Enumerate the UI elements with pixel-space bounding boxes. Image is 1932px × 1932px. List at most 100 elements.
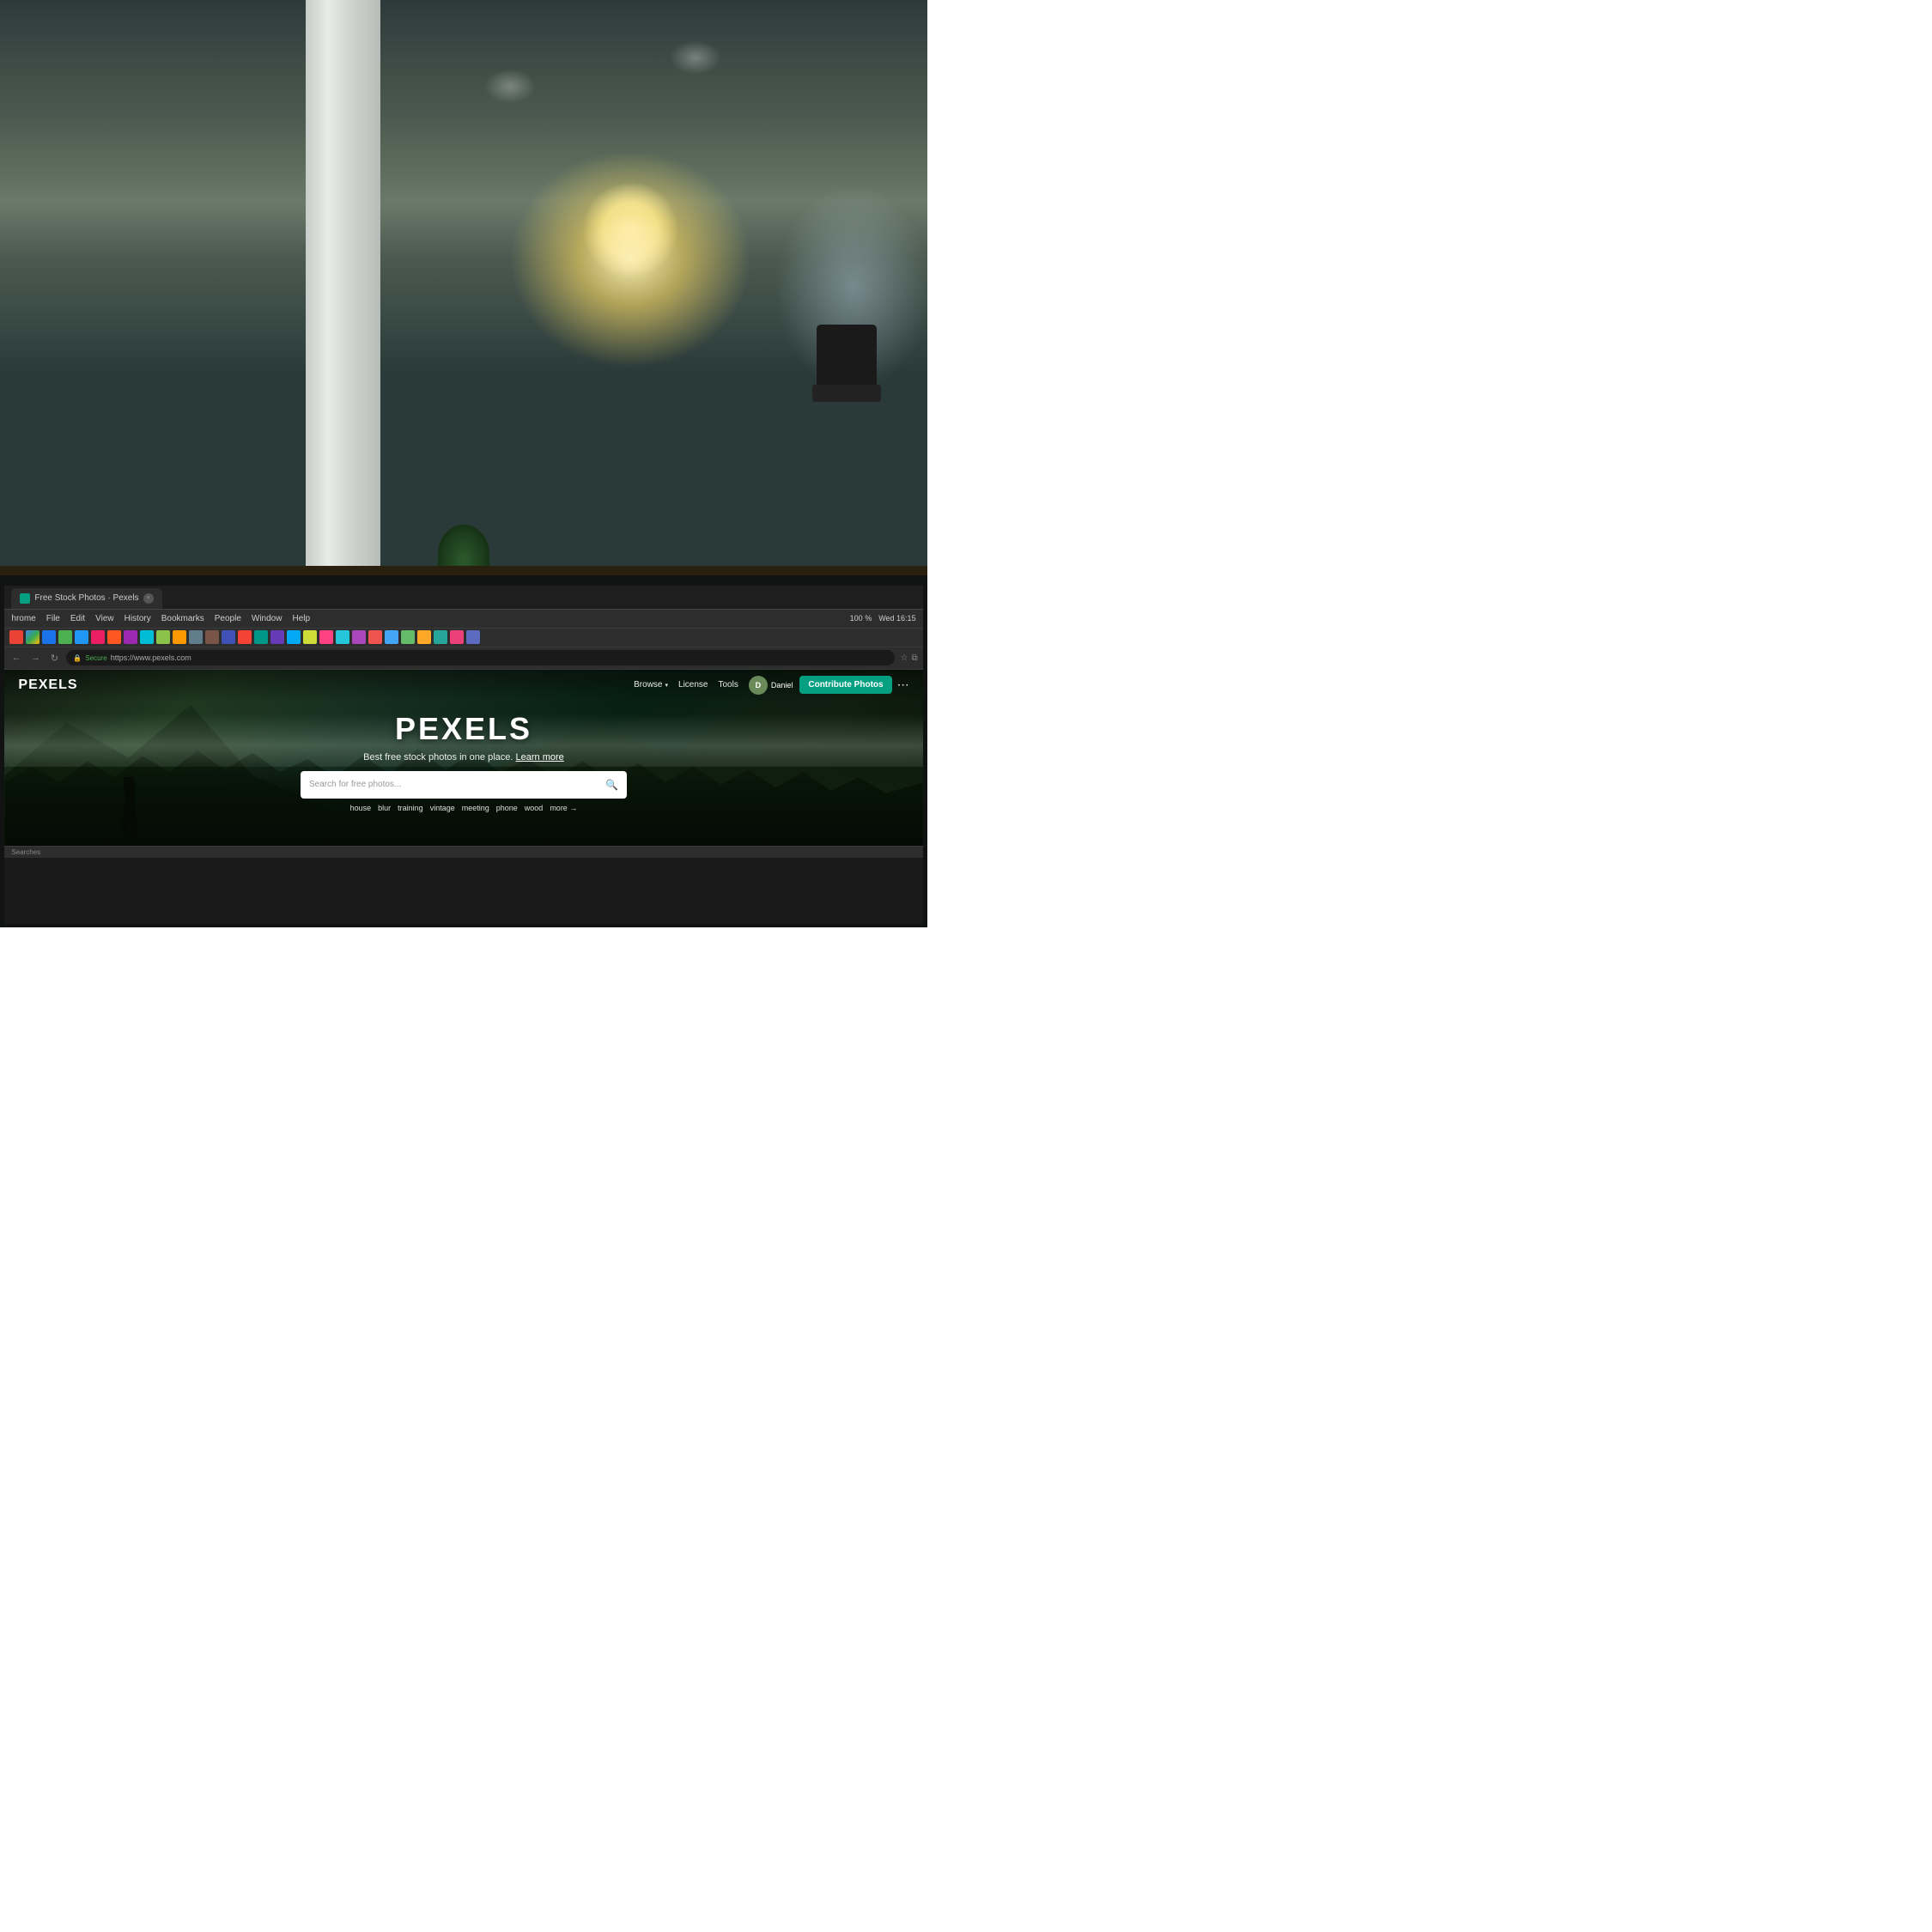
refresh-button[interactable]: ↻ <box>47 651 61 665</box>
toolbar-icon-21[interactable] <box>385 630 398 644</box>
battery-indicator: 100 % <box>850 614 872 623</box>
browser-window: Free Stock Photos · Pexels × hrome File … <box>4 586 922 670</box>
secure-icon: 🔒 <box>73 654 82 662</box>
secure-text: Secure <box>85 654 106 662</box>
learn-more-link[interactable]: Learn more <box>516 752 564 762</box>
bookmarks-toolbar <box>4 629 922 647</box>
address-bar: ← → ↻ 🔒 Secure https://www.pexels.com ☆ … <box>4 647 922 670</box>
status-text: Searches <box>11 848 40 856</box>
toolbar-icon-5[interactable] <box>124 630 137 644</box>
pexels-logo: PEXELS <box>18 677 77 693</box>
toolbar-icon-2[interactable] <box>75 630 88 644</box>
tab-close-button[interactable]: × <box>143 593 154 604</box>
site-tagline: Best free stock photos in one place. Lea… <box>363 752 564 762</box>
menu-view[interactable]: View <box>95 614 114 623</box>
office-chair <box>812 325 881 410</box>
menu-file[interactable]: File <box>46 614 60 623</box>
toolbar-icon-8[interactable] <box>173 630 186 644</box>
toolbar-icon-17[interactable] <box>319 630 333 644</box>
toolbar-icon-23[interactable] <box>417 630 431 644</box>
tag-meeting[interactable]: meeting <box>462 804 489 812</box>
search-placeholder: Search for free photos... <box>309 780 600 789</box>
menu-help[interactable]: Help <box>292 614 310 623</box>
office-photo <box>0 0 927 575</box>
pexels-website: PEXELS Browse ▾ License Tools D Daniel C… <box>4 670 922 846</box>
browse-chevron: ▾ <box>665 682 669 689</box>
more-tags-link[interactable]: more → <box>550 804 577 812</box>
toolbar-icon-18[interactable] <box>336 630 349 644</box>
toolbar-icon-20[interactable] <box>368 630 382 644</box>
browse-label: Browse <box>634 680 662 690</box>
monitor-screen: Free Stock Photos · Pexels × hrome File … <box>4 586 922 924</box>
toolbar-icon-15[interactable] <box>287 630 301 644</box>
browser-menu-bar: hrome File Edit View History Bookmarks P… <box>4 610 922 629</box>
hero-section: PEXELS Browse ▾ License Tools D Daniel C… <box>4 670 922 846</box>
office-pillar <box>306 0 380 603</box>
tab-favicon <box>20 593 30 604</box>
toolbar-icon-25[interactable] <box>450 630 464 644</box>
browse-nav-item[interactable]: Browse ▾ <box>634 680 668 690</box>
menu-people[interactable]: People <box>215 614 241 623</box>
tag-house[interactable]: house <box>350 804 372 812</box>
search-box[interactable]: Search for free photos... 🔍 <box>301 771 627 799</box>
toolbar-icon-1[interactable] <box>58 630 72 644</box>
user-name-label: Daniel <box>771 681 793 690</box>
search-section: Search for free photos... 🔍 house blur t… <box>4 771 922 812</box>
tag-wood[interactable]: wood <box>525 804 544 812</box>
toolbar-icon-11[interactable] <box>222 630 235 644</box>
toolbar-icon-4[interactable] <box>107 630 121 644</box>
url-input[interactable]: 🔒 Secure https://www.pexels.com <box>66 650 895 665</box>
tag-blur[interactable]: blur <box>378 804 391 812</box>
pexels-navbar: PEXELS Browse ▾ License Tools D Daniel C… <box>4 670 922 701</box>
gmail-icon[interactable] <box>9 630 23 644</box>
toolbar-icon-24[interactable] <box>434 630 447 644</box>
menu-bookmarks[interactable]: Bookmarks <box>161 614 204 623</box>
forward-button[interactable]: → <box>28 651 42 665</box>
search-icon: 🔍 <box>605 779 618 791</box>
toolbar-icon-16[interactable] <box>303 630 317 644</box>
toolbar-icon-7[interactable] <box>156 630 170 644</box>
toolbar-icon-14[interactable] <box>270 630 284 644</box>
office-background: Free Stock Photos · Pexels × hrome File … <box>0 0 927 927</box>
clock: Wed 16:15 <box>878 614 915 623</box>
toolbar-icon-22[interactable] <box>401 630 415 644</box>
toolbar-icon-3[interactable] <box>91 630 105 644</box>
star-icon[interactable]: ☆ <box>900 653 908 663</box>
toolbar-icon-12[interactable] <box>238 630 252 644</box>
menu-app-name: hrome <box>11 614 35 623</box>
system-status: 100 % Wed 16:15 <box>850 614 916 623</box>
browser-status-bar: Searches <box>4 846 922 858</box>
browser-action-icons: ☆ ⧉ <box>900 653 917 663</box>
tagline-text: Best free stock photos in one place. <box>363 752 513 762</box>
menu-edit[interactable]: Edit <box>70 614 85 623</box>
gcalendar-icon[interactable] <box>42 630 56 644</box>
contribute-button[interactable]: Contribute Photos <box>799 676 891 694</box>
tag-phone[interactable]: phone <box>496 804 518 812</box>
license-nav-item[interactable]: License <box>678 680 708 690</box>
more-menu-icon[interactable]: ⋯ <box>897 677 909 692</box>
monitor-bezel: Free Stock Photos · Pexels × hrome File … <box>0 575 927 927</box>
toolbar-icon-10[interactable] <box>205 630 219 644</box>
user-avatar[interactable]: D <box>749 676 768 695</box>
back-button[interactable]: ← <box>9 651 23 665</box>
toolbar-icon-9[interactable] <box>189 630 203 644</box>
gdrive-icon[interactable] <box>26 630 39 644</box>
url-display: https://www.pexels.com <box>111 653 191 662</box>
browser-tab[interactable]: Free Stock Photos · Pexels × <box>11 588 161 609</box>
menu-window[interactable]: Window <box>252 614 283 623</box>
tools-nav-item[interactable]: Tools <box>718 680 738 690</box>
tab-title: Free Stock Photos · Pexels <box>34 593 138 603</box>
nav-links: Browse ▾ License Tools <box>634 680 738 690</box>
toolbar-icon-26[interactable] <box>466 630 480 644</box>
tag-training[interactable]: training <box>398 804 423 812</box>
menu-history[interactable]: History <box>125 614 151 623</box>
toolbar-icon-6[interactable] <box>140 630 154 644</box>
hero-content: PEXELS Best free stock photos in one pla… <box>4 711 922 812</box>
extensions-icon[interactable]: ⧉ <box>911 653 917 663</box>
site-title: PEXELS <box>395 711 532 747</box>
toolbar-icon-13[interactable] <box>254 630 268 644</box>
tag-vintage[interactable]: vintage <box>430 804 455 812</box>
quick-tags: house blur training vintage meeting phon… <box>350 804 578 812</box>
toolbar-icon-19[interactable] <box>352 630 366 644</box>
browser-tab-bar: Free Stock Photos · Pexels × <box>4 586 922 610</box>
